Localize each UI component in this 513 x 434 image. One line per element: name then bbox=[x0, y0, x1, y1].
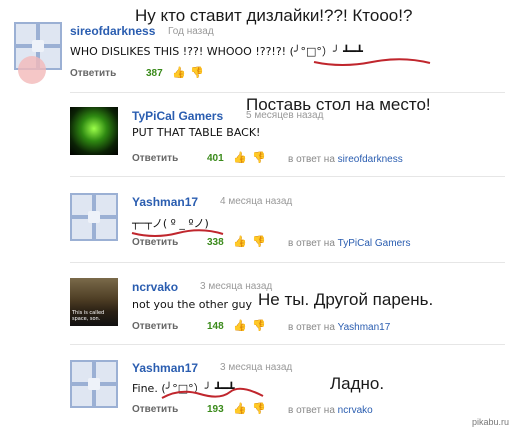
comment-text: PUT THAT TABLE BACK! bbox=[132, 126, 261, 139]
reply-button[interactable]: Ответить bbox=[70, 68, 116, 79]
in-reply-user-link[interactable]: TyPiCal Gamers bbox=[338, 238, 411, 249]
thumbs-down-icon[interactable]: 👎 bbox=[190, 66, 204, 79]
divider bbox=[70, 92, 505, 93]
avatar-caption: This is called space, son. bbox=[72, 310, 105, 322]
in-reply-to: в ответ на sireofdarkness bbox=[288, 154, 403, 165]
thumbs-down-icon[interactable]: 👎 bbox=[252, 151, 266, 164]
username[interactable]: TyPiCal Gamers bbox=[132, 109, 223, 123]
avatar-badge bbox=[18, 56, 46, 84]
divider bbox=[70, 176, 505, 177]
timestamp: 4 месяца назад bbox=[220, 196, 293, 207]
reply-button[interactable]: Ответить bbox=[132, 153, 178, 164]
in-reply-prefix: в ответ на bbox=[288, 238, 335, 249]
in-reply-prefix: в ответ на bbox=[288, 405, 335, 416]
comment-3: Yashman17 4 месяца назад ┬─┬ノ( º _ ºノ) О… bbox=[0, 183, 513, 267]
thumbs-up-icon[interactable]: 👍 bbox=[172, 66, 186, 79]
reply-button[interactable]: Ответить bbox=[132, 404, 178, 415]
thumbs-down-icon[interactable]: 👎 bbox=[252, 319, 266, 332]
in-reply-to: в ответ на ncrvako bbox=[288, 405, 373, 416]
avatar[interactable] bbox=[70, 193, 118, 241]
caption-overlay: Ну кто ставит дизлайки!??! Ктооо!? bbox=[135, 6, 413, 25]
thumbs-down-icon[interactable]: 👎 bbox=[252, 235, 266, 248]
thumbs-up-icon[interactable]: 👍 bbox=[233, 235, 247, 248]
username[interactable]: ncrvako bbox=[132, 280, 178, 294]
avatar[interactable] bbox=[70, 360, 118, 408]
underline-mark bbox=[313, 58, 431, 66]
username[interactable]: sireofdarkness bbox=[70, 24, 155, 38]
username[interactable]: Yashman17 bbox=[132, 195, 198, 209]
in-reply-user-link[interactable]: ncrvako bbox=[338, 405, 373, 416]
caption-overlay: Не ты. Другой парень. bbox=[258, 290, 434, 309]
in-reply-user-link[interactable]: sireofdarkness bbox=[338, 154, 403, 165]
username[interactable]: Yashman17 bbox=[132, 361, 198, 375]
caption-overlay: Ладно. bbox=[330, 374, 385, 393]
divider bbox=[70, 344, 505, 345]
caption-overlay: Поставь стол на место! bbox=[246, 95, 431, 114]
like-count: 387 bbox=[146, 68, 163, 79]
timestamp: 3 месяца назад bbox=[220, 362, 293, 373]
avatar[interactable]: This is called space, son. bbox=[70, 278, 118, 326]
avatar[interactable] bbox=[70, 107, 118, 155]
reply-button[interactable]: Ответить bbox=[132, 321, 178, 332]
like-count: 193 bbox=[207, 404, 224, 415]
thumbs-up-icon[interactable]: 👍 bbox=[233, 319, 247, 332]
watermark: pikabu.ru bbox=[471, 417, 509, 427]
in-reply-to: в ответ на Yashman17 bbox=[288, 322, 390, 333]
comment-4: This is called space, son. ncrvako 3 мес… bbox=[0, 268, 513, 352]
in-reply-to: в ответ на TyPiCal Gamers bbox=[288, 238, 410, 249]
in-reply-user-link[interactable]: Yashman17 bbox=[338, 322, 391, 333]
like-count: 401 bbox=[207, 153, 224, 164]
comment-text: not you the other guy bbox=[132, 298, 253, 311]
thumbs-up-icon[interactable]: 👍 bbox=[233, 151, 247, 164]
underline-mark bbox=[131, 229, 224, 237]
in-reply-prefix: в ответ на bbox=[288, 322, 335, 333]
timestamp: Год назад bbox=[168, 26, 214, 37]
like-count: 148 bbox=[207, 321, 224, 332]
divider bbox=[70, 262, 505, 263]
in-reply-prefix: в ответ на bbox=[288, 154, 335, 165]
underline-mark bbox=[161, 387, 264, 399]
